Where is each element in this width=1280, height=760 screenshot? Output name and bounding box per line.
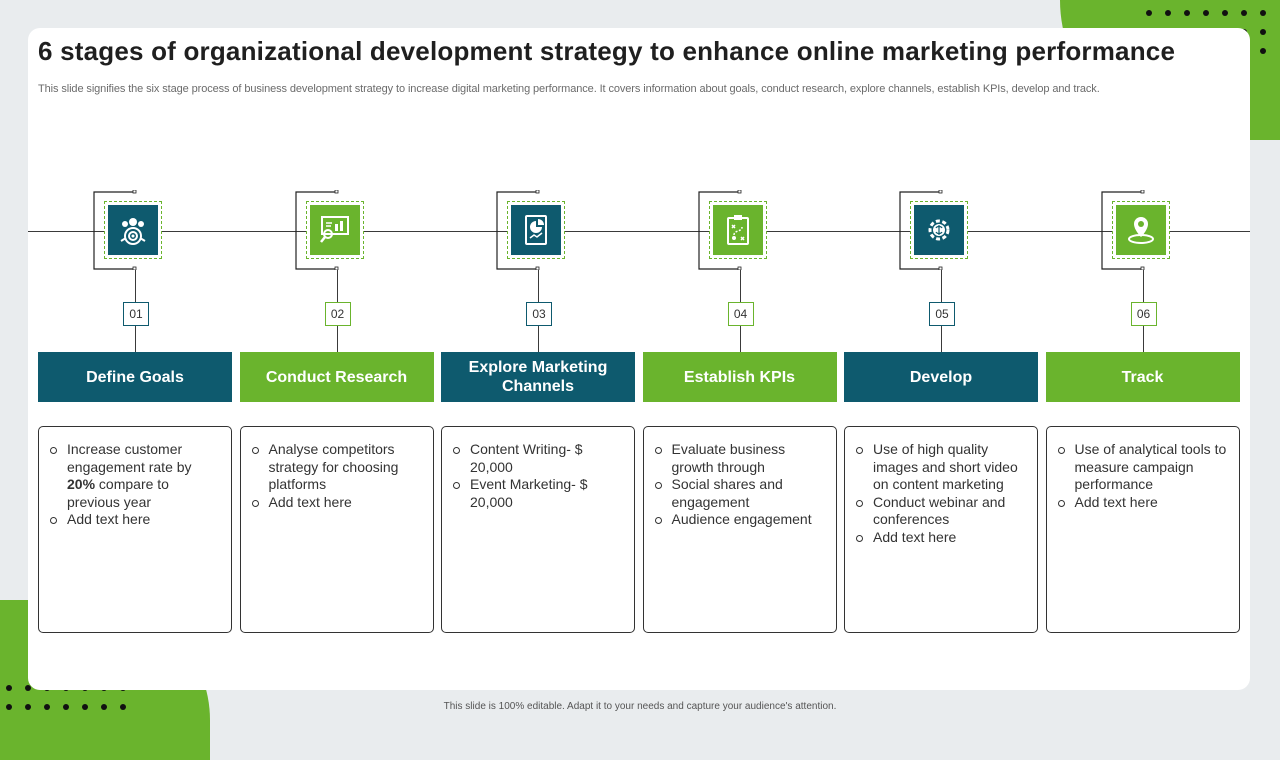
- stage-03: 03 Explore Marketing Channels Content Wr…: [441, 190, 635, 634]
- stage-icon-tile: [511, 205, 561, 255]
- stage-icon-frame: [1111, 201, 1170, 259]
- stage-bullet: Content Writing- $ 20,000: [452, 441, 626, 476]
- slide-footer: This slide is 100% editable. Adapt it to…: [443, 701, 837, 712]
- stage-heading: Conduct Research: [239, 352, 434, 402]
- bullet-text: Analyse competitors strategy for choosin…: [268, 441, 399, 493]
- stage-bullet: Add text here: [251, 494, 425, 512]
- stage-bullet: Audience engagement: [654, 511, 828, 529]
- dot: [1146, 10, 1152, 16]
- stage-details-box: Increase customer engagement rate by 20%…: [38, 426, 232, 633]
- slide-subtitle: This slide signifies the six stage proce…: [38, 83, 1100, 95]
- stage-number: 03: [526, 302, 552, 326]
- stage-heading: Define Goals: [38, 352, 232, 402]
- stage-bullet: Use of high quality images and short vid…: [855, 441, 1029, 494]
- bullet-text: Content Writing- $ 20,000: [470, 441, 583, 475]
- stage-number: 06: [1130, 302, 1157, 326]
- stage-number: 04: [727, 302, 754, 326]
- stage-details-box: Use of analytical tools to measure campa…: [1045, 426, 1240, 633]
- stage-icon-tile: [712, 205, 763, 255]
- stage-bullet: Evaluate business growth through: [654, 441, 828, 476]
- report-chart-icon: [525, 215, 547, 245]
- stage-bullet: Add text here: [855, 529, 1029, 547]
- stage-01: 01 Define Goals Increase customer engage…: [38, 190, 232, 634]
- stage-bullet-list: Increase customer engagement rate by 20%…: [49, 441, 223, 529]
- bullet-text: Evaluate business growth through: [671, 441, 786, 475]
- stage-heading: Explore Marketing Channels: [441, 352, 635, 402]
- dot: [1260, 29, 1266, 35]
- stage-bullet: Add text here: [1057, 494, 1231, 512]
- stage-icon-frame: [708, 201, 767, 259]
- stage-number: 02: [324, 302, 351, 326]
- stage-bullet-list: Analyse competitors strategy for choosin…: [251, 441, 425, 511]
- stage-bullet-list: Evaluate business growth through Social s…: [654, 441, 828, 529]
- bullet-text: Increase customer engagement rate by: [67, 441, 192, 475]
- bullet-text: Audience engagement: [671, 511, 812, 528]
- stage-heading: Track: [1045, 352, 1240, 402]
- bullet-text: Social shares and engagement: [671, 476, 783, 510]
- stage-icon-frame: [104, 201, 162, 259]
- bullet-text: Use of analytical tools to measure campa…: [1074, 441, 1227, 493]
- stage-number: 05: [929, 302, 955, 326]
- stage-bullet: Social shares and engagement: [654, 476, 828, 511]
- stage-02: 02 Conduct Research Analyse competitors …: [239, 190, 434, 634]
- bullet-text: Add text here: [873, 528, 957, 545]
- stage-icon-frame: [305, 201, 364, 259]
- bullet-text: Add text here: [67, 511, 151, 528]
- stage-bullet: Use of analytical tools to measure campa…: [1057, 441, 1231, 494]
- stage-heading: Develop: [844, 352, 1038, 402]
- stage-icon-tile: [914, 205, 964, 255]
- dot: [1241, 10, 1247, 16]
- dot: [1184, 10, 1190, 16]
- stage-number: 01: [123, 302, 149, 326]
- stage-bullet: Analyse competitors strategy for choosin…: [251, 441, 425, 494]
- dot: [1203, 10, 1209, 16]
- stage-details-box: Evaluate business growth through Social s…: [642, 426, 837, 633]
- bullet-text: Add text here: [268, 493, 352, 510]
- presentation-research-icon: [319, 216, 349, 243]
- stage-details-box: Content Writing- $ 20,000 Event Marketing…: [441, 426, 635, 633]
- dot: [6, 685, 12, 691]
- dot: [1165, 10, 1171, 16]
- stage-icon-tile: [1115, 205, 1166, 255]
- stage-bullet: Conduct webinar and conferences: [855, 494, 1029, 529]
- stage-icon-tile: [309, 205, 360, 255]
- stage-bullet: Increase customer engagement rate by 20%…: [49, 441, 223, 511]
- location-pin-icon: [1127, 217, 1154, 244]
- stage-icon-tile: [108, 205, 158, 255]
- dot: [1222, 10, 1228, 16]
- stage-bullet-list: Use of analytical tools to measure campa…: [1057, 441, 1231, 511]
- team-target-icon: [120, 218, 146, 245]
- stage-bullet-list: Use of high quality images and short vid…: [855, 441, 1029, 547]
- stage-04: 04 Establish KPIs Evaluate business grow…: [642, 190, 837, 634]
- stage-icon-frame: [507, 201, 565, 259]
- stage-06: 06 Track Use of analytical tools to meas…: [1045, 190, 1240, 634]
- stage-05: 05 Develop Use of high quality images an…: [844, 190, 1038, 634]
- bullet-text: Add text here: [1074, 493, 1158, 510]
- dot: [1260, 48, 1266, 54]
- bullet-text: Event Marketing- $ 20,000: [470, 476, 588, 510]
- stage-bullet: Event Marketing- $ 20,000: [452, 476, 626, 511]
- stage-details-box: Analyse competitors strategy for choosin…: [239, 426, 434, 633]
- stage-bullet-list: Content Writing- $ 20,000 Event Marketing…: [452, 441, 626, 511]
- dot: [1260, 10, 1266, 16]
- bullet-emphasis: 20%: [67, 476, 96, 493]
- clipboard-strategy-icon: [726, 215, 749, 245]
- stage-bullet: Add text here: [49, 511, 223, 529]
- slide-title: 6 stages of organizational development s…: [38, 36, 1176, 66]
- slide-card: 6 stages of organizational development s…: [28, 28, 1250, 690]
- stage-details-box: Use of high quality images and short vid…: [844, 426, 1038, 633]
- stage-icon-frame: [910, 201, 968, 259]
- bullet-text: Conduct webinar and conferences: [873, 493, 1006, 528]
- bullet-text: Use of high quality images and short vid…: [873, 441, 1018, 493]
- stage-heading: Establish KPIs: [642, 352, 837, 402]
- gear-brain-icon: [928, 219, 950, 241]
